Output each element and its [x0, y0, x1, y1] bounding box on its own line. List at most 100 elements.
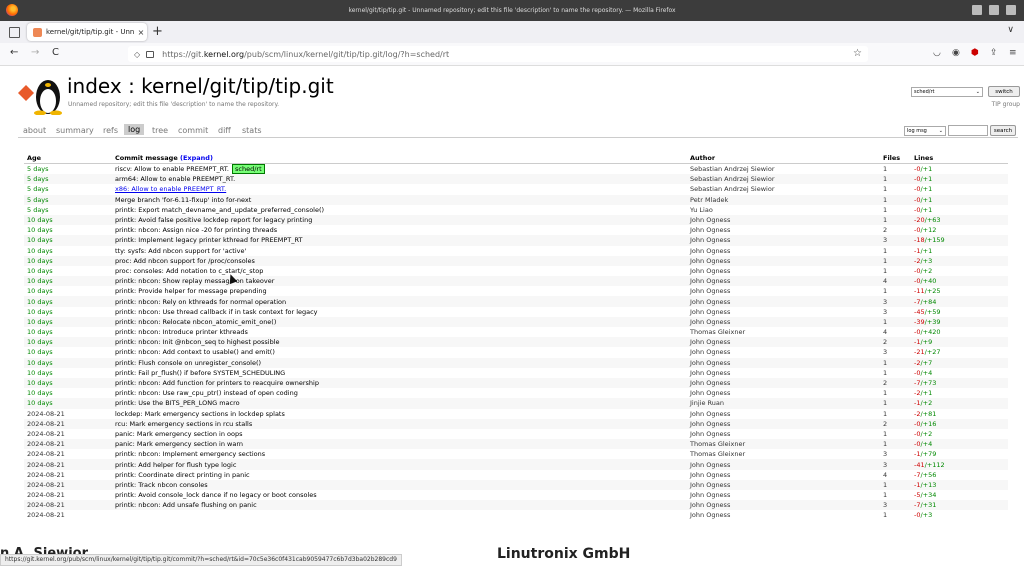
tab-tree[interactable]: tree — [152, 126, 168, 135]
search-input[interactable] — [948, 125, 988, 136]
table-row[interactable]: 5 days Merge branch 'for-6.11-fixup' into… — [24, 194, 1008, 205]
forward-button[interactable]: → — [31, 47, 39, 58]
close-window-icon[interactable] — [1006, 5, 1016, 15]
url-bar[interactable]: ◇ https://git.kernel.org/pub/scm/linux/k… — [128, 46, 868, 62]
menu-icon[interactable]: ≡ — [1009, 48, 1017, 58]
tab-about[interactable]: about — [23, 126, 46, 135]
group-link[interactable]: TIP group — [992, 101, 1020, 108]
table-row[interactable]: 2024-08-21 printk: Add helper for flush t… — [24, 459, 1008, 470]
expand-link[interactable]: (Expand) — [180, 154, 213, 162]
commit-link[interactable]: rcu: Mark emergency sections in rcu stal… — [115, 420, 252, 428]
table-row[interactable]: 10 days printk: nbcon: Use raw_cpu_ptr() … — [24, 388, 1008, 398]
search-mode-select[interactable]: log msg ⌄ — [904, 126, 946, 136]
commit-link[interactable]: panic: Mark emergency section in warn — [115, 440, 243, 448]
commit-link[interactable]: printk: nbcon: Implement emergency secti… — [115, 450, 265, 458]
search-button[interactable]: search — [990, 125, 1016, 136]
table-row[interactable]: 10 days printk: Flush console on unregist… — [24, 357, 1008, 368]
table-row[interactable]: 10 days printk: nbcon: Introduce printer … — [24, 327, 1008, 337]
table-row[interactable]: 5 days printk: Export match_devname_and_u… — [24, 205, 1008, 215]
commit-link[interactable]: printk: Avoid console_lock dance if no l… — [115, 491, 317, 499]
branch-badge[interactable]: sched/rt — [232, 164, 265, 175]
table-row[interactable]: 10 days tty: sysfs: Add nbcon support for… — [24, 246, 1008, 256]
commit-link[interactable]: printk: nbcon: Add function for printers… — [115, 379, 319, 387]
commit-link[interactable]: printk: nbcon: Show replay message on ta… — [115, 277, 274, 285]
url-text[interactable]: https://git.kernel.org/pub/scm/linux/ker… — [162, 50, 449, 59]
table-row[interactable]: 10 days printk: Implement legacy printer … — [24, 235, 1008, 246]
commit-link[interactable]: panic: Mark emergency section in oops — [115, 430, 243, 438]
table-row[interactable]: 10 days printk: Fail pr_flush() if before… — [24, 368, 1008, 378]
table-row[interactable]: 10 days printk: nbcon: Add function for p… — [24, 377, 1008, 389]
commit-link[interactable]: printk: nbcon: Rely on kthreads for norm… — [115, 298, 286, 306]
commit-link[interactable]: printk: nbcon: Init @nbcon_seq to highes… — [115, 338, 280, 346]
commit-link[interactable]: printk: nbcon: Add context to usable() a… — [115, 348, 275, 356]
minimize-icon[interactable] — [972, 5, 982, 15]
chevron-down-icon[interactable]: ∨ — [1007, 25, 1014, 35]
table-row[interactable]: 10 days printk: Provide helper for messag… — [24, 286, 1008, 296]
window-controls[interactable] — [972, 5, 1016, 15]
table-row[interactable]: 10 days printk: nbcon: Relocate nbcon_ato… — [24, 316, 1008, 327]
commit-link[interactable]: printk: nbcon: Assign nice -20 for print… — [115, 226, 277, 234]
table-row[interactable]: 2024-08-21 printk: nbcon: Add unsafe flus… — [24, 500, 1008, 511]
commit-link[interactable]: printk: Coordinate direct printing in pa… — [115, 471, 250, 479]
commit-link[interactable]: printk: Implement legacy printer kthread… — [115, 236, 303, 244]
table-row[interactable]: 10 days printk: nbcon: Use thread callbac… — [24, 307, 1008, 317]
tab-refs[interactable]: refs — [103, 126, 118, 135]
tab-summary[interactable]: summary — [56, 126, 94, 135]
commit-link[interactable]: printk: nbcon: Relocate nbcon_atomic_emi… — [115, 318, 276, 326]
table-row[interactable]: 10 days printk: nbcon: Add context to usa… — [24, 347, 1008, 357]
table-row[interactable]: 10 days proc: consoles: Add notation to c… — [24, 266, 1008, 276]
table-row[interactable]: 10 days printk: nbcon: Assign nice -20 fo… — [24, 225, 1008, 235]
tab-log[interactable]: log — [124, 124, 145, 135]
table-row[interactable]: 2024-08-21 printk: Track nbcon consoles Jo… — [24, 479, 1008, 490]
maximize-icon[interactable] — [989, 5, 999, 15]
commit-link[interactable]: lockdep: Mark emergency sections in lock… — [115, 410, 285, 418]
extensions-icon[interactable]: ⇪ — [990, 48, 998, 58]
commit-link[interactable]: proc: Add nbcon support for /proc/consol… — [115, 257, 255, 265]
commit-link[interactable]: printk: nbcon: Introduce printer kthread… — [115, 328, 248, 336]
commit-link[interactable]: printk: Add helper for flush type logic — [115, 461, 236, 469]
commit-link[interactable]: Merge branch 'for-6.11-fixup' into for-n… — [115, 196, 251, 204]
table-row[interactable]: 2024-08-21 rcu: Mark emergency sections i… — [24, 418, 1008, 429]
table-row[interactable]: 10 days proc: Add nbcon support for /proc… — [24, 255, 1008, 266]
table-row[interactable]: 2024-08-21 lockdep: Mark emergency sectio… — [24, 409, 1008, 419]
commit-link[interactable]: printk: nbcon: Add unsafe flushing on pa… — [115, 501, 257, 509]
table-row[interactable]: 2024-08-21 panic: Mark emergency section … — [24, 439, 1008, 450]
commit-link[interactable]: printk: nbcon: Use thread callback if in… — [115, 308, 318, 316]
table-row[interactable]: 2024-08-21 printk: Coordinate direct prin… — [24, 470, 1008, 480]
tab-list-icon[interactable] — [9, 27, 20, 38]
tab-stats[interactable]: stats — [242, 126, 262, 135]
commit-link[interactable]: printk: nbcon: Use raw_cpu_ptr() instead… — [115, 389, 298, 397]
commit-link[interactable]: printk: Flush console on unregister_cons… — [115, 359, 261, 367]
table-row[interactable]: 2024-08-21 printk: nbcon: Implement emerg… — [24, 449, 1008, 459]
commit-link[interactable]: printk: Export match_devname_and_update_… — [115, 206, 324, 214]
commit-link[interactable]: printk: Avoid false positive lockdep rep… — [115, 216, 312, 224]
commit-link[interactable]: tty: sysfs: Add nbcon support for 'activ… — [115, 247, 246, 255]
table-row[interactable]: 2024-08-21 printk: Avoid console_lock dan… — [24, 490, 1008, 500]
table-row[interactable]: 10 days printk: nbcon: Init @nbcon_seq to… — [24, 337, 1008, 348]
commit-link[interactable]: riscv: Allow to enable PREEMPT_RT. — [115, 165, 229, 173]
branch-select[interactable]: sched/rt ⌄ — [911, 87, 983, 97]
commit-link[interactable]: x86: Allow to enable PREEMPT_RT. — [115, 185, 226, 193]
tab-diff[interactable]: diff — [218, 126, 231, 135]
lock-icon[interactable] — [146, 50, 155, 58]
tab-commit[interactable]: commit — [178, 126, 208, 135]
table-row[interactable]: 2024-08-21 panic: Mark emergency section … — [24, 429, 1008, 439]
ublock-icon[interactable]: ⬢ — [971, 48, 979, 58]
table-row[interactable]: 10 days printk: Use the BITS_PER_LONG mac… — [24, 398, 1008, 409]
shield-icon[interactable]: ◇ — [134, 50, 140, 59]
commit-link[interactable]: printk: Use the BITS_PER_LONG macro — [115, 399, 240, 407]
table-row[interactable]: 10 days printk: nbcon: Show replay messag… — [24, 276, 1008, 287]
commit-link[interactable]: printk: Track nbcon consoles — [115, 481, 208, 489]
table-row[interactable]: 5 days x86: Allow to enable PREEMPT_RT. Se… — [24, 184, 1008, 194]
table-row[interactable]: 5 days arm64: Allow to enable PREEMPT_RT.… — [24, 174, 1008, 185]
new-tab-button[interactable]: + — [152, 24, 163, 39]
reload-button[interactable]: C — [52, 47, 59, 58]
commit-link[interactable]: proc: consoles: Add notation to c_start/… — [115, 267, 263, 275]
back-button[interactable]: ← — [10, 47, 18, 58]
browser-tab[interactable]: kernel/git/tip/tip.git - Unn × — [27, 23, 147, 41]
commit-link[interactable]: printk: Fail pr_flush() if before SYSTEM… — [115, 369, 285, 377]
commit-link[interactable]: printk: Provide helper for message prepe… — [115, 287, 267, 295]
switch-button[interactable]: switch — [988, 86, 1020, 97]
bookmark-star-icon[interactable]: ☆ — [853, 48, 862, 59]
account-icon[interactable]: ◉ — [952, 48, 960, 58]
